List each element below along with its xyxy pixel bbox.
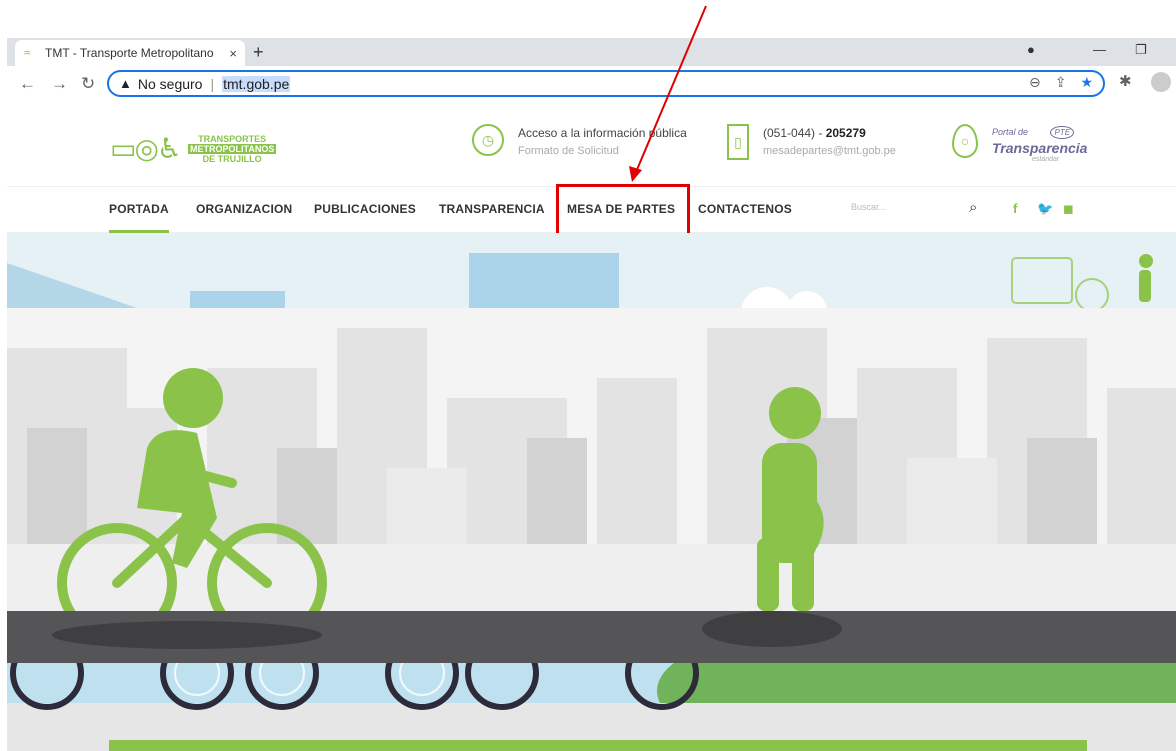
tab-close-icon[interactable]: × (229, 46, 237, 61)
hero-bottom-illustration (7, 663, 1176, 751)
search-input[interactable]: Buscar... (851, 202, 886, 212)
facebook-icon[interactable]: f (1013, 201, 1017, 216)
hero-banner-top (7, 233, 1176, 308)
instagram-icon[interactable]: ◼ (1063, 201, 1074, 217)
location-pin-icon: ○ (952, 124, 978, 158)
hero-banner-main (7, 308, 1176, 611)
hero-top-illustration (7, 253, 1153, 308)
forward-icon[interactable]: → (51, 74, 68, 94)
tab-strip: ♒ TMT - Transporte Metropolitano × + ● —… (7, 38, 1176, 66)
pte-badge-icon: PTE (1050, 126, 1075, 139)
clock-icon: ◷ (472, 124, 504, 156)
reload-icon[interactable]: ↻ (81, 74, 95, 94)
logo-bus-bike-walker-icon: ▭◎♿ (110, 133, 182, 164)
nav-contactenos[interactable]: CONTACTENOS (698, 202, 792, 216)
pte-small: Portal de (992, 127, 1029, 137)
address-separator: | (210, 75, 215, 92)
info-access-text: Acceso a la información pública Formato … (518, 124, 687, 160)
logo-text: TRANSPORTES METROPOLITANOS DE TRUJILLO (188, 133, 277, 164)
logo-line1: TRANSPORTES (198, 133, 267, 144)
browser-tab[interactable]: ♒ TMT - Transporte Metropolitano × (15, 40, 245, 66)
content-green-band (109, 740, 1087, 751)
security-label: No seguro (137, 75, 203, 92)
hero-main-illustration (7, 328, 1176, 611)
phone-line: (051-044) - 205279 (763, 124, 896, 142)
location-block: ○ (952, 124, 992, 158)
restore-icon[interactable]: ❐ (1135, 42, 1147, 58)
new-tab-icon[interactable]: + (253, 42, 264, 63)
profile-menu-icon[interactable]: ● (1027, 42, 1035, 57)
nav-organizacion[interactable]: ORGANIZACION (196, 202, 292, 216)
nav-transparencia[interactable]: TRANSPARENCIA (439, 202, 545, 216)
info-access-subtitle[interactable]: Formato de Solicitud (518, 142, 687, 160)
annotation-highlight-box (556, 184, 690, 238)
twitter-icon[interactable]: 🐦 (1037, 201, 1053, 217)
site-favicon-icon: ♒ (23, 48, 32, 58)
email-text[interactable]: mesadepartes@tmt.gob.pe (763, 142, 896, 160)
hero-banner-bottom (7, 663, 1176, 751)
phone-icon: ▯ (727, 124, 749, 160)
phone-prefix: (051-044) - (763, 126, 826, 140)
site-header: ▭◎♿ TRANSPORTES METROPOLITANOS DE TRUJIL… (7, 102, 1176, 186)
road-shadows (52, 611, 842, 649)
info-phone: ▯ (051-044) - 205279 mesadepartes@tmt.go… (727, 124, 896, 160)
hero-road (7, 611, 1176, 663)
pte-large: Transparencia (992, 140, 1088, 156)
phone-number: 205279 (825, 126, 866, 140)
logo-line3: DE TRUJILLO (202, 153, 262, 164)
profile-avatar[interactable] (1151, 72, 1171, 92)
zoom-icon[interactable]: ⊖ (1029, 74, 1041, 91)
transparency-portal-link[interactable]: Portal de PTE Transparencia estándar (992, 122, 1087, 163)
info-access-title[interactable]: Acceso a la información pública (518, 124, 687, 142)
screenshot-root: ♒ TMT - Transporte Metropolitano × + ● —… (0, 0, 1176, 751)
search-icon[interactable]: ⌕ (969, 199, 977, 216)
back-icon[interactable]: ← (19, 74, 36, 94)
nav-portada[interactable]: PORTADA (109, 202, 169, 216)
omnibox-actions: ⊖ ⇪ ★ (1029, 74, 1093, 91)
share-icon[interactable]: ⇪ (1055, 74, 1067, 91)
bookmark-star-icon[interactable]: ★ (1080, 74, 1093, 91)
extensions-icon[interactable]: ✱ (1119, 72, 1132, 90)
info-phone-text: (051-044) - 205279 mesadepartes@tmt.gob.… (763, 124, 896, 160)
minimize-icon[interactable]: — (1093, 42, 1106, 57)
url-text[interactable]: tmt.gob.pe (222, 75, 291, 92)
browser-chrome: ♒ TMT - Transporte Metropolitano × + ● —… (7, 38, 1176, 102)
site-logo[interactable]: ▭◎♿ TRANSPORTES METROPOLITANOS DE TRUJIL… (110, 132, 277, 165)
logo-line2: METROPOLITANOS (188, 143, 277, 154)
address-bar[interactable]: ▲ No seguro | tmt.gob.pe ⊖ ⇪ ★ (107, 70, 1105, 97)
pte-tiny: estándar (1032, 156, 1060, 163)
warning-icon[interactable]: ▲ (119, 76, 132, 91)
info-access[interactable]: ◷ Acceso a la información pública Format… (472, 124, 687, 160)
nav-publicaciones[interactable]: PUBLICACIONES (314, 202, 416, 216)
tab-title: TMT - Transporte Metropolitano (45, 46, 214, 60)
browser-toolbar: ← → ↻ ▲ No seguro | tmt.gob.pe ⊖ ⇪ ★ ✱ (7, 66, 1176, 102)
